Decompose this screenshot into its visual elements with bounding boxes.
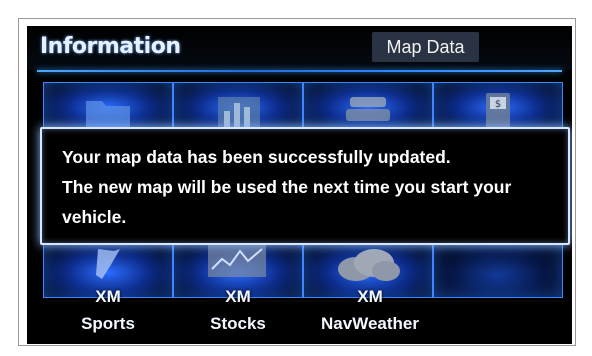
map-data-tab[interactable]: Map Data: [372, 32, 479, 62]
header-divider: [37, 70, 562, 72]
weather-icon: [338, 249, 400, 281]
header-bar: Information Map Data: [27, 26, 572, 70]
tile-top-2[interactable]: [173, 82, 303, 128]
traffic-icon: [346, 97, 390, 121]
dialog-line-1: Your map data has been successfully upda…: [62, 147, 451, 167]
navweather-label-line2: NavWeather: [321, 314, 419, 333]
svg-text:$: $: [495, 99, 501, 110]
chart-icon: [218, 97, 260, 127]
stocks-label-line1: XM: [225, 287, 251, 306]
navweather-label-line1: XM: [357, 287, 383, 306]
sports-label-line1: XM: [95, 287, 121, 306]
folder-icon: [86, 101, 130, 127]
stocks-icon: [208, 243, 266, 277]
tile-top-1[interactable]: [43, 82, 173, 128]
tile-top-4[interactable]: $: [433, 82, 563, 128]
stocks-label-line2: Stocks: [210, 314, 266, 333]
tile-top-3[interactable]: [303, 82, 433, 128]
dialog-line-2: The new map will be used the next time y…: [62, 177, 512, 197]
dialog-line-3: vehicle.: [62, 207, 127, 227]
fuel-price-icon: $: [486, 93, 510, 127]
map-update-dialog[interactable]: Your map data has been successfully upda…: [40, 127, 570, 245]
tile-empty: [433, 242, 563, 298]
head-unit-screen: Information Map Data $ XM Sports XM Stoc…: [27, 26, 572, 344]
sports-icon: [96, 249, 120, 279]
sports-label-line2: Sports: [81, 314, 135, 333]
page-title: Information: [40, 34, 181, 59]
